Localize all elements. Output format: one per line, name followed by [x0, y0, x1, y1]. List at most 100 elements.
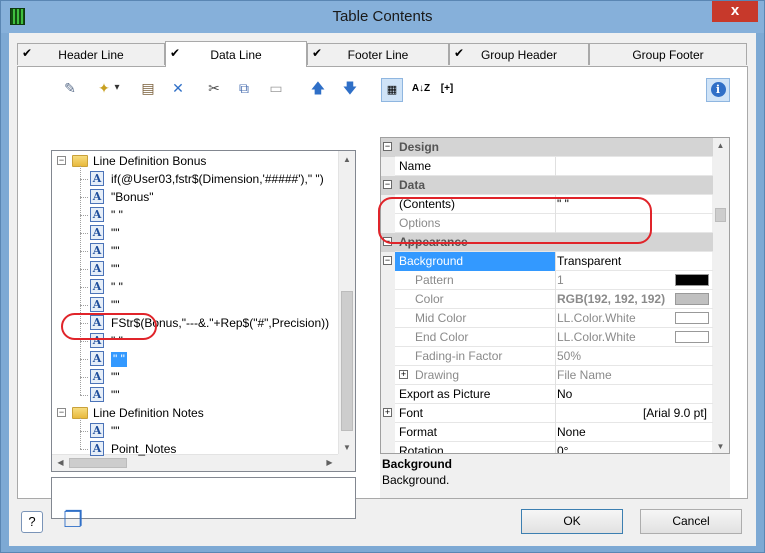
sort-alphabetical-button[interactable]: A↓Z — [409, 78, 433, 102]
tab-label: Header Line — [58, 48, 124, 62]
tree-item-label: "" — [111, 244, 120, 258]
column-divider — [555, 309, 556, 328]
tree-connector-vertical — [80, 418, 81, 449]
horizontal-scroll-thumb[interactable] — [69, 458, 127, 468]
text-field-icon: A — [90, 333, 104, 348]
help-title: Background — [382, 457, 453, 471]
tree-horizontal-scrollbar[interactable]: ◀ ▶ — [52, 454, 338, 471]
scroll-up-arrow-icon[interactable]: ▲ — [339, 151, 355, 168]
ok-button[interactable]: OK — [521, 509, 623, 534]
tree-connector — [80, 305, 88, 306]
tree-vertical-scrollbar[interactable]: ▲ ▼ — [338, 151, 355, 456]
property-row-color[interactable]: Color RGB(192, 192, 192) — [381, 290, 713, 309]
properties-icon[interactable]: ▤ — [138, 79, 158, 97]
move-down-icon[interactable]: 🡇 — [340, 79, 360, 97]
text-field-icon: A — [90, 369, 104, 384]
property-value[interactable]: 0° — [557, 444, 711, 453]
property-row-name[interactable]: Name — [381, 157, 713, 176]
title-bar[interactable]: Table Contents x — [1, 1, 764, 33]
property-row-contents[interactable]: (Contents) " " — [381, 195, 713, 214]
copy-icon[interactable]: ⧉ — [234, 79, 254, 97]
tree-item-label: "" — [111, 370, 120, 384]
property-category-appearance[interactable]: − Appearance — [381, 233, 713, 252]
collapse-icon[interactable]: − — [57, 156, 66, 165]
color-swatch — [675, 274, 709, 286]
scroll-right-arrow-icon[interactable]: ▶ — [321, 455, 338, 471]
tab-group-footer[interactable]: Group Footer — [589, 43, 747, 65]
tree-connector — [80, 431, 88, 432]
text-field-icon: A — [90, 261, 104, 276]
wizard-icon[interactable]: ✎ — [60, 79, 80, 97]
row-gutter — [381, 271, 395, 290]
info-button[interactable]: i — [706, 78, 730, 102]
move-up-icon[interactable]: 🡅 — [308, 79, 328, 97]
property-value[interactable]: 50% — [557, 349, 711, 363]
tree-connector — [80, 287, 88, 288]
row-gutter — [381, 385, 395, 404]
column-divider — [555, 366, 556, 385]
property-name: Name — [399, 159, 432, 173]
property-value[interactable]: Transparent — [557, 254, 711, 268]
column-divider — [555, 290, 556, 309]
collapse-icon[interactable]: − — [383, 180, 392, 189]
property-row-fading-in-factor[interactable]: Fading-in Factor 50% — [381, 347, 713, 366]
property-grid-scrollbar[interactable]: ▲ ▼ — [712, 138, 729, 453]
property-row-pattern[interactable]: Pattern 1 — [381, 271, 713, 290]
scroll-up-arrow-icon[interactable]: ▲ — [712, 138, 729, 154]
new-item-icon[interactable]: ✦ — [94, 79, 114, 97]
tab-group-header[interactable]: ✔ Group Header — [449, 43, 589, 65]
property-row-drawing[interactable]: + Drawing File Name — [381, 366, 713, 385]
expand-all-button[interactable]: [+] — [435, 78, 459, 102]
property-value[interactable]: None — [557, 425, 711, 439]
paste-icon[interactable]: ▭ — [266, 79, 286, 97]
property-category-design[interactable]: − Design — [381, 138, 713, 157]
tab-data-line[interactable]: ✔ Data Line — [165, 41, 307, 67]
collapse-icon[interactable]: − — [57, 408, 66, 417]
collapse-icon[interactable]: − — [383, 142, 392, 151]
tree-item-label: "" — [111, 388, 120, 402]
text-field-icon: A — [90, 279, 104, 294]
categorized-view-button[interactable]: ▦ — [381, 78, 403, 102]
expand-icon[interactable]: + — [399, 370, 408, 379]
close-button[interactable]: x — [712, 1, 758, 22]
property-grid[interactable]: ▲ ▼ − Design Name − Data (Contents) " " Options… — [380, 137, 730, 454]
property-row-font[interactable]: + Font [Arial 9.0 pt] — [381, 404, 713, 423]
property-name: Pattern — [415, 273, 454, 287]
scroll-thumb[interactable] — [341, 291, 353, 431]
color-swatch — [675, 312, 709, 324]
scroll-thumb[interactable] — [715, 208, 726, 222]
cancel-button[interactable]: Cancel — [640, 509, 742, 534]
property-row-background[interactable]: − Background Transparent — [381, 252, 713, 271]
delete-icon[interactable]: ✕ — [168, 79, 188, 97]
scroll-left-arrow-icon[interactable]: ◀ — [52, 455, 69, 471]
text-field-icon: A — [90, 225, 104, 240]
collapse-icon[interactable]: − — [383, 237, 392, 246]
cut-icon[interactable]: ✂ — [204, 79, 224, 97]
scroll-down-arrow-icon[interactable]: ▼ — [712, 439, 729, 453]
tab-footer-line[interactable]: ✔ Footer Line — [307, 43, 449, 65]
line-tree[interactable]: ▲ ▼ ◀ ▶ − Line Definition Bonus Aif(@User0… — [51, 150, 356, 472]
expand-icon[interactable]: + — [383, 408, 392, 417]
row-gutter — [381, 328, 395, 347]
property-row-export-as-picture[interactable]: Export as Picture No — [381, 385, 713, 404]
property-value[interactable]: " " — [557, 197, 711, 211]
property-value[interactable]: No — [557, 387, 711, 401]
property-row-mid-color[interactable]: Mid Color LL.Color.White — [381, 309, 713, 328]
dropdown-arrow-icon[interactable]: ▾ — [112, 79, 122, 97]
collapse-icon[interactable]: − — [383, 256, 392, 265]
property-value[interactable]: File Name — [557, 368, 711, 382]
property-row-end-color[interactable]: End Color LL.Color.White — [381, 328, 713, 347]
row-gutter — [381, 442, 395, 453]
property-row-format[interactable]: Format None — [381, 423, 713, 442]
property-name: Background — [399, 254, 464, 268]
property-category-data[interactable]: − Data — [381, 176, 713, 195]
property-row-rotation[interactable]: Rotation 0° — [381, 442, 713, 453]
property-row-options[interactable]: Options — [381, 214, 713, 233]
help-button[interactable]: ? — [21, 511, 43, 533]
column-divider — [555, 157, 556, 176]
text-field-icon: A — [90, 243, 104, 258]
window-toggle-button[interactable]: ❐ — [57, 507, 89, 535]
column-divider — [555, 385, 556, 404]
tab-header-line[interactable]: ✔ Header Line — [17, 43, 165, 65]
property-value[interactable]: [Arial 9.0 pt] — [557, 406, 707, 420]
